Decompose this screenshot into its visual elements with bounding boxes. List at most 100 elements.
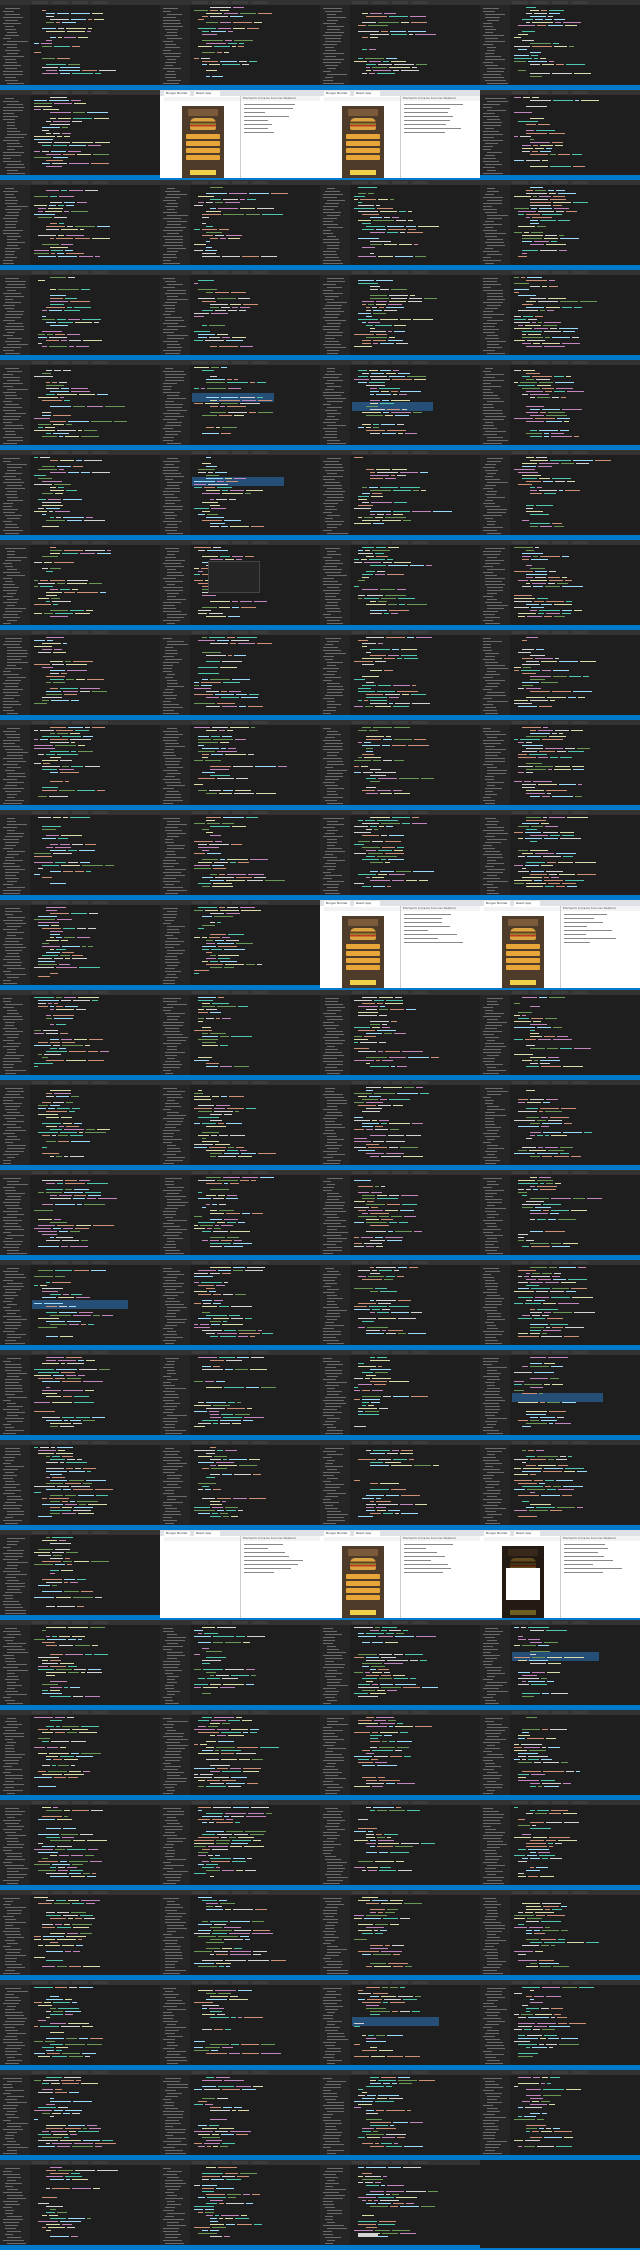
explorer-item[interactable]: [483, 1058, 495, 1059]
file-explorer[interactable]: [160, 905, 190, 988]
code-area[interactable]: [192, 7, 320, 84]
explorer-item[interactable]: [323, 1094, 343, 1095]
explorer-item[interactable]: [167, 938, 178, 939]
explorer-item[interactable]: [165, 74, 176, 75]
explorer-item[interactable]: [323, 254, 337, 255]
explorer-item[interactable]: [323, 476, 343, 477]
editor-tab[interactable]: [532, 181, 548, 184]
explorer-item[interactable]: [165, 62, 176, 63]
explorer-item[interactable]: [165, 425, 181, 426]
explorer-item[interactable]: [165, 1208, 178, 1209]
explorer-item[interactable]: [167, 338, 184, 339]
explorer-item[interactable]: [5, 1289, 21, 1290]
explorer-item[interactable]: [327, 1184, 335, 1185]
explorer-item[interactable]: [3, 503, 13, 504]
explorer-item[interactable]: [487, 668, 508, 669]
explorer-item[interactable]: [323, 566, 337, 567]
explorer-item[interactable]: [327, 707, 336, 708]
explorer-item[interactable]: [3, 410, 16, 411]
explorer-item[interactable]: [165, 659, 182, 660]
explorer-item[interactable]: [485, 866, 494, 867]
editor-tab[interactable]: [192, 721, 208, 724]
explorer-item[interactable]: [165, 1424, 175, 1425]
explorer-item[interactable]: [323, 674, 335, 675]
explorer-item[interactable]: [483, 1292, 497, 1293]
editor-tab[interactable]: [512, 721, 528, 724]
editor-tab[interactable]: [392, 1351, 408, 1354]
code-area[interactable]: [192, 457, 320, 534]
explorer-item[interactable]: [325, 1220, 346, 1221]
explorer-item[interactable]: [163, 881, 180, 882]
explorer-item[interactable]: [327, 236, 336, 237]
explorer-item[interactable]: [325, 431, 337, 432]
explorer-item[interactable]: [5, 1004, 23, 1005]
explorer-item[interactable]: [165, 1160, 183, 1161]
explorer-item[interactable]: [327, 1238, 347, 1239]
file-explorer[interactable]: [320, 1175, 350, 1258]
explorer-item[interactable]: [3, 740, 20, 741]
ingredient-control[interactable]: [186, 134, 220, 139]
explorer-item[interactable]: [327, 794, 338, 795]
explorer-item[interactable]: [485, 1280, 495, 1281]
explorer-item[interactable]: [165, 1103, 179, 1104]
explorer-item[interactable]: [7, 824, 27, 825]
explorer-item[interactable]: [325, 464, 342, 465]
explorer-item[interactable]: [5, 1055, 24, 1056]
explorer-item[interactable]: [167, 194, 187, 195]
explorer-item[interactable]: [485, 431, 506, 432]
explorer-item[interactable]: [3, 260, 13, 261]
explorer-item[interactable]: [167, 533, 183, 534]
explorer-item[interactable]: [167, 848, 184, 849]
explorer-item[interactable]: [7, 1406, 23, 1407]
explorer-item[interactable]: [3, 803, 22, 804]
explorer-item[interactable]: [483, 302, 503, 303]
browser-tab[interactable]: Burger Builder: [164, 91, 190, 96]
explorer-item[interactable]: [3, 692, 18, 693]
editor-tab[interactable]: [552, 271, 568, 274]
explorer-item[interactable]: [3, 110, 23, 111]
explorer-item[interactable]: [7, 1127, 21, 1128]
ingredient-control[interactable]: [346, 148, 380, 153]
explorer-item[interactable]: [5, 560, 21, 561]
editor-tab[interactable]: [232, 1, 248, 4]
ingredient-control[interactable]: [346, 155, 380, 160]
explorer-item[interactable]: [483, 131, 499, 132]
explorer-item[interactable]: [5, 353, 20, 354]
explorer-item[interactable]: [487, 1130, 499, 1131]
explorer-item[interactable]: [3, 1409, 19, 1410]
explorer-item[interactable]: [165, 515, 177, 516]
explorer-item[interactable]: [167, 686, 184, 687]
explorer-item[interactable]: [327, 1310, 347, 1311]
explorer-item[interactable]: [7, 1181, 19, 1182]
editor-tab[interactable]: [512, 1, 528, 4]
explorer-item[interactable]: [5, 413, 26, 414]
explorer-item[interactable]: [485, 29, 496, 30]
file-explorer[interactable]: [160, 5, 190, 88]
explorer-item[interactable]: [323, 395, 341, 396]
ingredient-control[interactable]: [346, 958, 380, 963]
editor-tab[interactable]: [572, 1261, 588, 1264]
explorer-item[interactable]: [483, 206, 492, 207]
explorer-item[interactable]: [5, 248, 20, 249]
editor-tab[interactable]: [212, 721, 228, 724]
explorer-item[interactable]: [3, 305, 15, 306]
editor-thumbnail[interactable]: [0, 540, 160, 630]
explorer-item[interactable]: [167, 554, 175, 555]
explorer-item[interactable]: [487, 497, 505, 498]
editor-tab[interactable]: [92, 1081, 108, 1084]
explorer-item[interactable]: [7, 599, 19, 600]
explorer-item[interactable]: [3, 23, 21, 24]
explorer-item[interactable]: [323, 1331, 341, 1332]
explorer-item[interactable]: [325, 863, 336, 864]
explorer-item[interactable]: [483, 1187, 492, 1188]
code-area[interactable]: [352, 277, 480, 354]
explorer-item[interactable]: [325, 767, 333, 768]
explorer-item[interactable]: [483, 1331, 504, 1332]
explorer-item[interactable]: [7, 290, 16, 291]
code-area[interactable]: [512, 1177, 640, 1254]
explorer-item[interactable]: [163, 1070, 171, 1071]
explorer-item[interactable]: [3, 419, 19, 420]
code-area[interactable]: [512, 547, 640, 624]
explorer-item[interactable]: [485, 1304, 502, 1305]
explorer-item[interactable]: [165, 1028, 179, 1029]
